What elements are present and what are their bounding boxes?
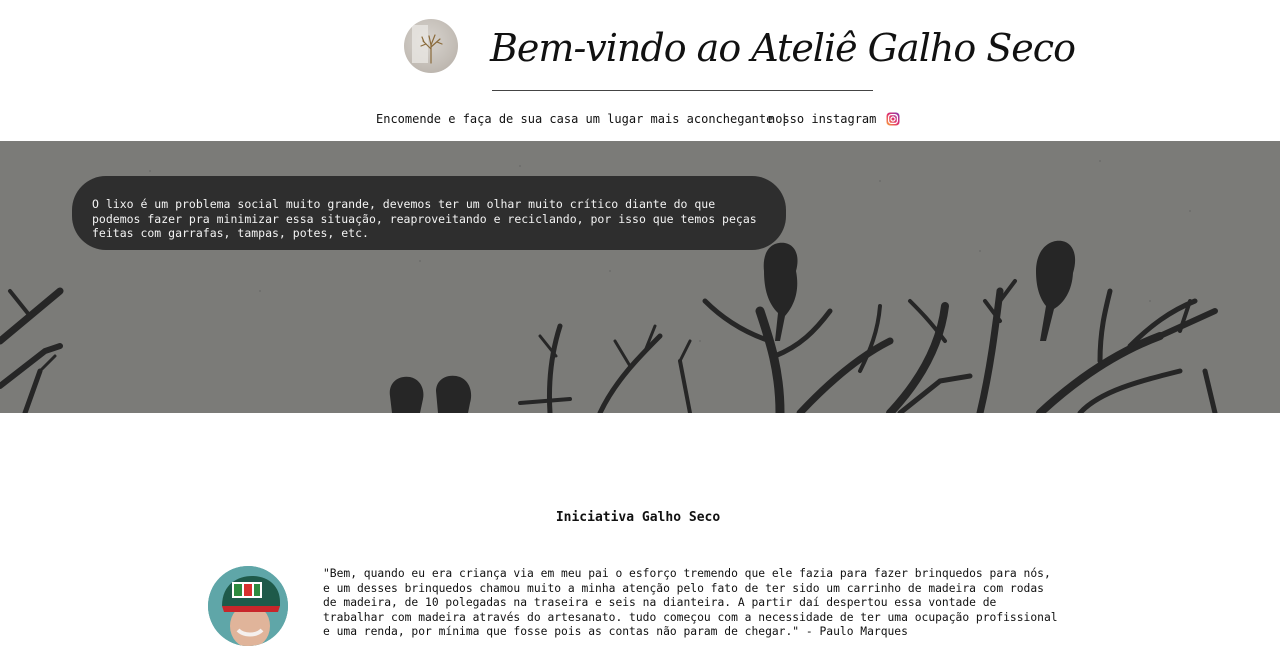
- instagram-link[interactable]: nosso instagram: [768, 112, 876, 126]
- instagram-icon[interactable]: [886, 111, 900, 126]
- title-divider: [492, 90, 873, 91]
- tagline: Encomende e faça de sua casa um lugar ma…: [376, 112, 788, 126]
- page-title: Bem-vindo ao Ateliê Galho Seco: [490, 26, 1076, 70]
- hero-speech-bubble: O lixo é um problema social muito grande…: [72, 176, 786, 250]
- founder-quote: "Bem, quando eu era criança via em meu p…: [323, 567, 1058, 638]
- branch-logo-icon[interactable]: [404, 19, 458, 73]
- site-header: Bem-vindo ao Ateliê Galho Seco Encomende…: [0, 0, 1280, 141]
- initiative-title: Iniciativa Galho Seco: [555, 510, 721, 525]
- hero-banner: O lixo é um problema social muito grande…: [0, 141, 1280, 413]
- founder-avatar: [208, 566, 288, 646]
